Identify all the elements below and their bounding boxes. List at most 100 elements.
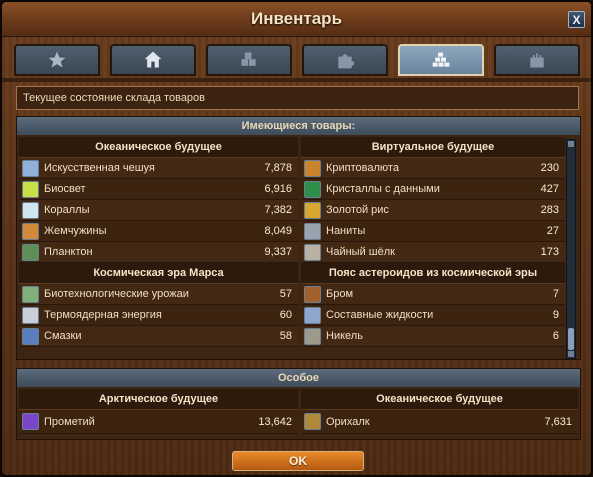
goods-row: Кристаллы с данными 427 bbox=[301, 179, 565, 200]
tea-silk-icon bbox=[304, 243, 321, 261]
goods-amount: 7,382 bbox=[264, 204, 292, 216]
orichalcum-icon bbox=[304, 413, 321, 430]
goods-list: Бром 7 Составные жидкости 9 Никель 6 bbox=[301, 284, 565, 347]
plankton-icon bbox=[22, 243, 39, 261]
fusion-energy-icon bbox=[22, 306, 39, 324]
nanites-icon bbox=[304, 222, 321, 240]
available-goods-header: Имеющиеся товары: bbox=[17, 117, 580, 135]
goods-name: Составные жидкости bbox=[326, 309, 434, 321]
right-goods-column: Виртуальное будущее Криптовалюта 230 Крис… bbox=[301, 137, 565, 347]
goods-list: Криптовалюта 230 Кристаллы с данными 427 З… bbox=[301, 158, 565, 263]
goods-row: Бром 7 bbox=[301, 284, 565, 305]
goods-row: Биосвет 6,916 bbox=[19, 179, 298, 200]
tab-crates[interactable] bbox=[206, 44, 292, 76]
goods-amount: 6,916 bbox=[264, 183, 292, 195]
goods-row: Криптовалюта 230 bbox=[301, 158, 565, 179]
goods-name: Наниты bbox=[326, 225, 366, 237]
goods-amount: 9 bbox=[552, 309, 559, 321]
goods-row: Искусственная чешуя 7,878 bbox=[19, 158, 298, 179]
scroll-down-arrow[interactable] bbox=[568, 351, 574, 357]
goods-row: Биотехнологические урожаи 57 bbox=[19, 284, 298, 305]
golden-rice-icon bbox=[304, 201, 321, 219]
goods-name: Кораллы bbox=[44, 204, 90, 216]
tab-underline bbox=[2, 78, 591, 82]
tab-special-buildings[interactable] bbox=[494, 44, 580, 76]
goods-row: Термоядерная энергия 60 bbox=[19, 305, 298, 326]
goods-name: Золотой рис bbox=[326, 204, 389, 216]
nickel-icon bbox=[304, 327, 321, 345]
goods-amount: 427 bbox=[540, 183, 559, 195]
goods-row: Никель 6 bbox=[301, 326, 565, 347]
goods-name: Смазки bbox=[44, 330, 82, 342]
goods-row: Прометий 13,642 bbox=[19, 410, 298, 434]
lubricants-icon bbox=[22, 327, 39, 345]
group-title: Космическая эра Марса bbox=[19, 263, 298, 284]
goods-name: Биотехнологические урожаи bbox=[44, 288, 189, 300]
house-icon bbox=[144, 51, 162, 68]
tab-goods[interactable] bbox=[398, 44, 484, 76]
tab-favorites[interactable] bbox=[14, 44, 100, 76]
tab-buildings[interactable] bbox=[110, 44, 196, 76]
scroll-thumb[interactable] bbox=[568, 328, 574, 350]
scroll-up-arrow[interactable] bbox=[568, 141, 574, 147]
goods-row: Кораллы 7,382 bbox=[19, 200, 298, 221]
goods-amount: 6 bbox=[552, 330, 559, 342]
goods-amount: 230 bbox=[540, 162, 559, 174]
special-goods-panel: Особое Арктическое будущее Прометий 13,64… bbox=[16, 368, 581, 440]
goods-row: Чайный шёлк 173 bbox=[301, 242, 565, 263]
goods-list: Биотехнологические урожаи 57 Термоядерная… bbox=[19, 284, 298, 347]
goods-amount: 8,049 bbox=[264, 225, 292, 237]
goods-row: Золотой рис 283 bbox=[301, 200, 565, 221]
biolight-icon bbox=[22, 180, 39, 198]
goods-name: Кристаллы с данными bbox=[326, 183, 440, 195]
goods-scrollbar[interactable] bbox=[566, 139, 576, 359]
goods-name: Искусственная чешуя bbox=[44, 162, 155, 174]
group-title: Пояс астероидов из космической эры bbox=[301, 263, 565, 284]
artificial-scales-icon bbox=[22, 159, 39, 177]
goods-amount: 58 bbox=[279, 330, 292, 342]
goods-amount: 7,631 bbox=[544, 415, 572, 428]
ok-button[interactable]: OK bbox=[232, 451, 364, 471]
goods-name: Бром bbox=[326, 288, 354, 300]
compound-fluids-icon bbox=[304, 306, 321, 324]
tab-fragments[interactable] bbox=[302, 44, 388, 76]
goods-amount: 13,642 bbox=[258, 415, 292, 428]
bromine-icon bbox=[304, 285, 321, 303]
group-title: Океаническое будущее bbox=[19, 137, 298, 158]
left-goods-column: Океаническое будущее Искусственная чешуя… bbox=[19, 137, 298, 347]
crates-icon bbox=[241, 52, 256, 66]
goods-name: Криптовалюта bbox=[326, 162, 399, 174]
special-goods-header: Особое bbox=[17, 369, 580, 387]
goods-name: Никель bbox=[326, 330, 363, 342]
promethium-icon bbox=[22, 413, 39, 430]
goods-amount: 173 bbox=[540, 246, 559, 258]
goods-amount: 57 bbox=[279, 288, 292, 300]
goods-row: Составные жидкости 9 bbox=[301, 305, 565, 326]
biotech-crops-icon bbox=[22, 285, 39, 303]
goods-row: Наниты 27 bbox=[301, 221, 565, 242]
goods-amount: 9,337 bbox=[264, 246, 292, 258]
pearls-icon bbox=[22, 222, 39, 240]
star-icon bbox=[48, 51, 66, 68]
warehouse-status: Текущее состояние склада товаров bbox=[16, 86, 579, 110]
category-tabs bbox=[14, 44, 584, 78]
castle-icon bbox=[530, 53, 544, 68]
available-goods-panel: Имеющиеся товары: Океаническое будущее И… bbox=[16, 116, 581, 360]
goods-amount: 7,878 bbox=[264, 162, 292, 174]
goods-row: Планктон 9,337 bbox=[19, 242, 298, 263]
goods-name: Планктон bbox=[44, 246, 93, 258]
inventory-window: Инвентарь X Текущее состояние склада тов… bbox=[0, 0, 593, 477]
group-title: Арктическое будущее bbox=[19, 389, 298, 410]
goods-name: Орихалк bbox=[326, 415, 370, 428]
stacked-goods-icon bbox=[432, 52, 450, 67]
window-title: Инвентарь bbox=[250, 9, 343, 28]
goods-name: Жемчужины bbox=[44, 225, 107, 237]
special-left-column: Арктическое будущее Прометий 13,642 bbox=[19, 389, 298, 434]
close-button[interactable]: X bbox=[568, 11, 585, 28]
title-bar: Инвентарь X bbox=[2, 2, 591, 37]
special-right-column: Океаническое будущее Орихалк 7,631 bbox=[301, 389, 578, 434]
goods-list: Искусственная чешуя 7,878 Биосвет 6,916 Ко… bbox=[19, 158, 298, 263]
group-title: Океаническое будущее bbox=[301, 389, 578, 410]
goods-amount: 7 bbox=[552, 288, 559, 300]
goods-name: Биосвет bbox=[44, 183, 86, 195]
